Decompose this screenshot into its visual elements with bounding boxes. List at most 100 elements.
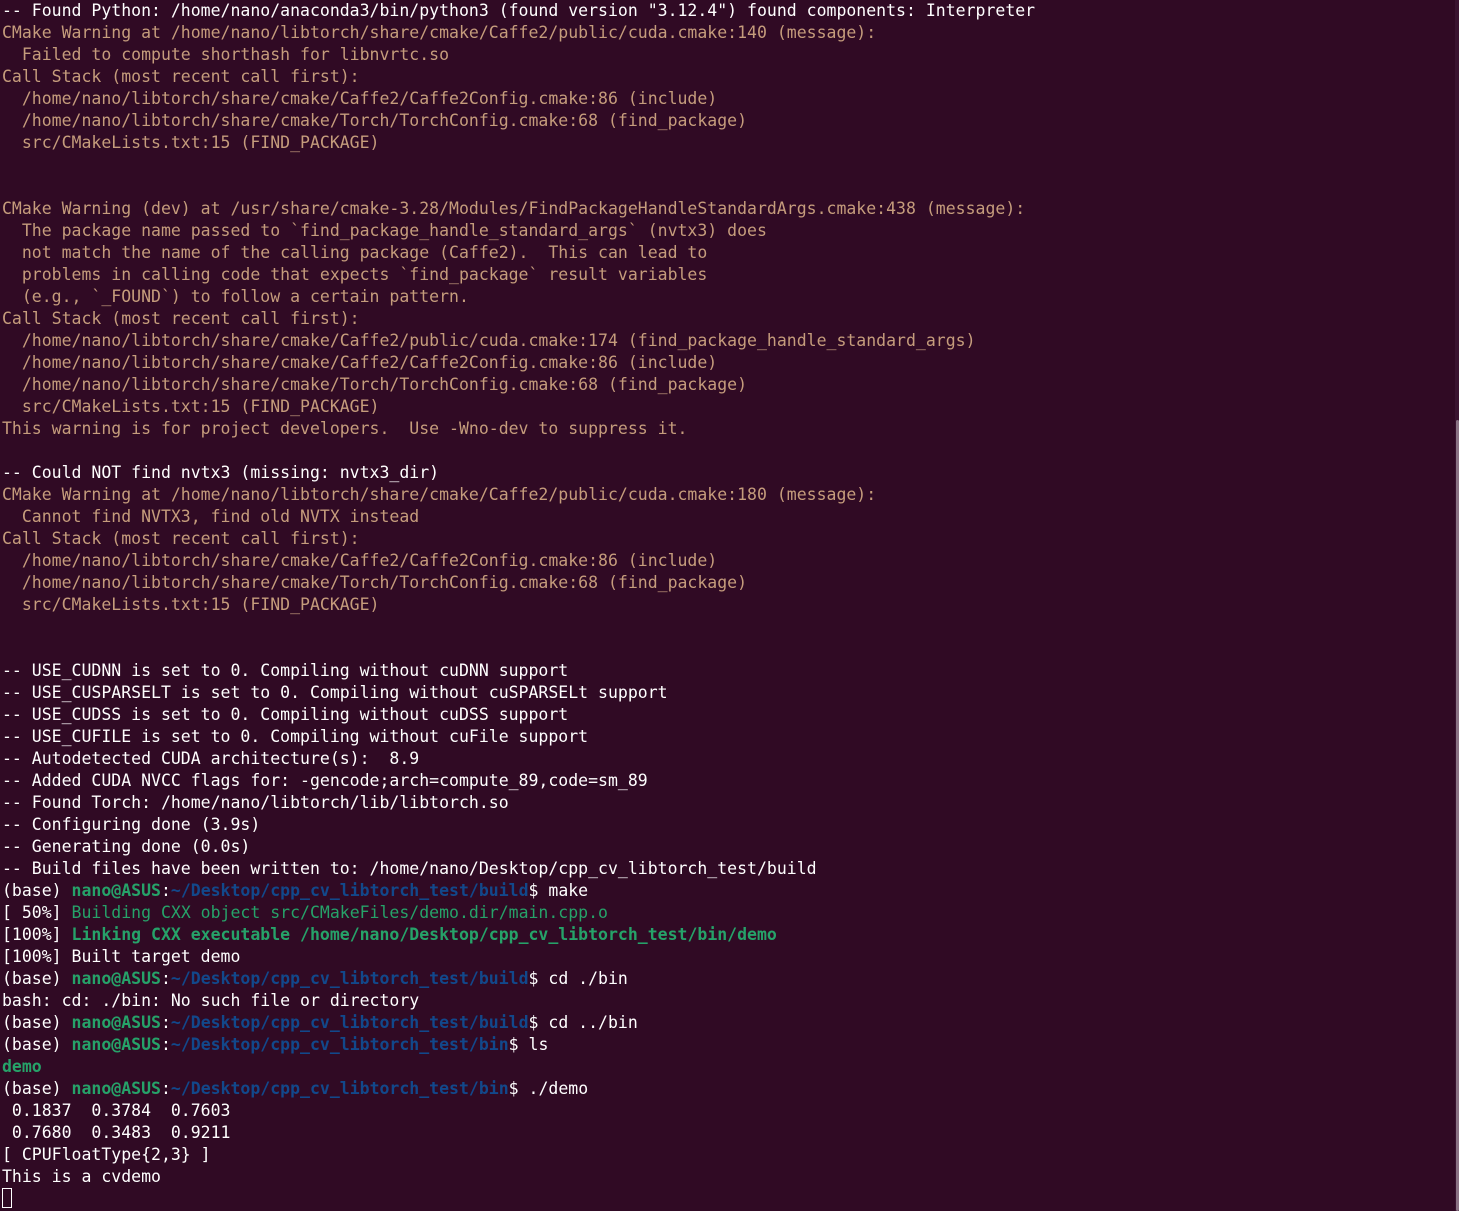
output-text: [ CPUFloatType{2,3} ] (2, 1145, 211, 1164)
prompt-path: ~/Desktop/cpp_cv_libtorch_test/bin (170, 1079, 509, 1098)
output-text: $ cd ./bin (528, 969, 628, 988)
warning-text: /home/nano/libtorch/share/cmake/Caffe2/C… (2, 551, 718, 570)
terminal-line: The package name passed to `find_package… (2, 220, 1459, 242)
terminal-line: CMake Warning (dev) at /usr/share/cmake-… (2, 198, 1459, 220)
warning-text: src/CMakeLists.txt:15 (FIND_PACKAGE) (2, 397, 380, 416)
warning-text: CMake Warning (dev) at /usr/share/cmake-… (2, 199, 1026, 218)
output-text: -- Could NOT find nvtx3 (missing: nvtx3_… (2, 463, 440, 482)
terminal-line: src/CMakeLists.txt:15 (FIND_PACKAGE) (2, 132, 1459, 154)
terminal-line: -- Found Python: /home/nano/anaconda3/bi… (2, 0, 1459, 22)
output-text: -- USE_CUDNN is set to 0. Compiling with… (2, 661, 569, 680)
output-text: [100%] (2, 925, 72, 944)
output-text: -- Build files have been written to: /ho… (2, 859, 817, 878)
output-text: 0.7680 0.3483 0.9211 (2, 1123, 231, 1142)
output-text: This is a cvdemo (2, 1167, 161, 1186)
output-text: $ cd ../bin (528, 1013, 638, 1032)
output-text: (base) (2, 881, 72, 900)
warning-text: Call Stack (most recent call first): (2, 529, 360, 548)
terminal-line: -- USE_CUFILE is set to 0. Compiling wit… (2, 726, 1459, 748)
terminal-line: (base) nano@ASUS:~/Desktop/cpp_cv_libtor… (2, 1012, 1459, 1034)
prompt-path: ~/Desktop/cpp_cv_libtorch_test/bin (170, 1035, 509, 1054)
output-text: (base) (2, 1035, 72, 1054)
output-text: -- Found Python: /home/nano/anaconda3/bi… (2, 1, 1036, 20)
terminal-line: -- Added CUDA NVCC flags for: -gencode;a… (2, 770, 1459, 792)
terminal-line: CMake Warning at /home/nano/libtorch/sha… (2, 22, 1459, 44)
warning-text: src/CMakeLists.txt:15 (FIND_PACKAGE) (2, 595, 380, 614)
terminal-line: -- USE_CUDNN is set to 0. Compiling with… (2, 660, 1459, 682)
warning-text: The package name passed to `find_package… (2, 221, 767, 240)
terminal-line: not match the name of the calling packag… (2, 242, 1459, 264)
warning-text: problems in calling code that expects `f… (2, 265, 708, 284)
terminal-line: demo (2, 1056, 1459, 1078)
output-text: : (160, 1013, 171, 1032)
output-text: $ ./demo (508, 1079, 589, 1098)
terminal-output[interactable]: -- Found Python: /home/nano/anaconda3/bi… (0, 0, 1459, 1211)
output-text: : (160, 1035, 171, 1054)
output-text: bash: cd: ./bin: No such file or directo… (2, 991, 420, 1010)
terminal-line: -- Autodetected CUDA architecture(s): 8.… (2, 748, 1459, 770)
terminal-line: -- USE_CUSPARSELT is set to 0. Compiling… (2, 682, 1459, 704)
output-text: 0.1837 0.3784 0.7603 (2, 1101, 231, 1120)
terminal-line: CMake Warning at /home/nano/libtorch/sha… (2, 484, 1459, 506)
warning-text: /home/nano/libtorch/share/cmake/Torch/To… (2, 111, 748, 130)
warning-text: /home/nano/libtorch/share/cmake/Caffe2/p… (2, 331, 976, 350)
terminal-line: [100%] Built target demo (2, 946, 1459, 968)
terminal-line: This warning is for project developers. … (2, 418, 1459, 440)
terminal-line: -- Configuring done (3.9s) (2, 814, 1459, 836)
output-text: -- Added CUDA NVCC flags for: -gencode;a… (2, 771, 648, 790)
terminal-line: 0.1837 0.3784 0.7603 (2, 1100, 1459, 1122)
output-text: -- Configuring done (3.9s) (2, 815, 261, 834)
warning-text: /home/nano/libtorch/share/cmake/Caffe2/C… (2, 89, 718, 108)
terminal-line: (base) nano@ASUS:~/Desktop/cpp_cv_libtor… (2, 1034, 1459, 1056)
terminal-line: -- Found Torch: /home/nano/libtorch/lib/… (2, 792, 1459, 814)
terminal-line: This is a cvdemo (2, 1166, 1459, 1188)
terminal-cursor (2, 1188, 12, 1208)
terminal-line: /home/nano/libtorch/share/cmake/Caffe2/p… (2, 330, 1459, 352)
prompt-user-host: nano@ASUS (71, 1079, 161, 1098)
warning-text: /home/nano/libtorch/share/cmake/Torch/To… (2, 573, 748, 592)
terminal-line: /home/nano/libtorch/share/cmake/Caffe2/C… (2, 550, 1459, 572)
terminal-line: [ CPUFloatType{2,3} ] (2, 1144, 1459, 1166)
terminal-line: (base) nano@ASUS:~/Desktop/cpp_cv_libtor… (2, 880, 1459, 902)
prompt-path: ~/Desktop/cpp_cv_libtorch_test/build (170, 969, 529, 988)
output-text: : (160, 969, 171, 988)
output-text: : (160, 1079, 171, 1098)
prompt-user-host: nano@ASUS (71, 881, 161, 900)
terminal-line: -- USE_CUDSS is set to 0. Compiling with… (2, 704, 1459, 726)
terminal-line: src/CMakeLists.txt:15 (FIND_PACKAGE) (2, 594, 1459, 616)
warning-text: Failed to compute shorthash for libnvrtc… (2, 45, 450, 64)
terminal-line: Call Stack (most recent call first): (2, 528, 1459, 550)
warning-text: /home/nano/libtorch/share/cmake/Torch/To… (2, 375, 748, 394)
prompt-user-host: nano@ASUS (71, 969, 161, 988)
warning-text: src/CMakeLists.txt:15 (FIND_PACKAGE) (2, 133, 380, 152)
terminal-line: /home/nano/libtorch/share/cmake/Torch/To… (2, 374, 1459, 396)
output-text: -- USE_CUFILE is set to 0. Compiling wit… (2, 727, 589, 746)
terminal-line: bash: cd: ./bin: No such file or directo… (2, 990, 1459, 1012)
make-progress-text: Building CXX object src/CMakeFiles/demo.… (71, 903, 608, 922)
scrollbar-track[interactable] (1455, 0, 1459, 1211)
executable-filename: demo (2, 1057, 42, 1076)
make-link-text: Linking CXX executable /home/nano/Deskto… (71, 925, 777, 944)
warning-text: Call Stack (most recent call first): (2, 67, 360, 86)
terminal-line: Cannot find NVTX3, find old NVTX instead (2, 506, 1459, 528)
terminal-line: /home/nano/libtorch/share/cmake/Torch/To… (2, 572, 1459, 594)
terminal-line: -- Generating done (0.0s) (2, 836, 1459, 858)
terminal-line: (base) nano@ASUS:~/Desktop/cpp_cv_libtor… (2, 1078, 1459, 1100)
output-text: -- USE_CUSPARSELT is set to 0. Compiling… (2, 683, 668, 702)
terminal-line: Call Stack (most recent call first): (2, 66, 1459, 88)
output-text: -- Generating done (0.0s) (2, 837, 251, 856)
output-text: -- Found Torch: /home/nano/libtorch/lib/… (2, 793, 509, 812)
terminal-line: Failed to compute shorthash for libnvrtc… (2, 44, 1459, 66)
terminal-line: [ 50%] Building CXX object src/CMakeFile… (2, 902, 1459, 924)
terminal-line: Call Stack (most recent call first): (2, 308, 1459, 330)
warning-text: CMake Warning at /home/nano/libtorch/sha… (2, 23, 877, 42)
output-text: [ 50%] (2, 903, 72, 922)
terminal-line: /home/nano/libtorch/share/cmake/Caffe2/C… (2, 88, 1459, 110)
prompt-user-host: nano@ASUS (71, 1013, 161, 1032)
terminal-line: /home/nano/libtorch/share/cmake/Torch/To… (2, 110, 1459, 132)
terminal-line: [100%] Linking CXX executable /home/nano… (2, 924, 1459, 946)
